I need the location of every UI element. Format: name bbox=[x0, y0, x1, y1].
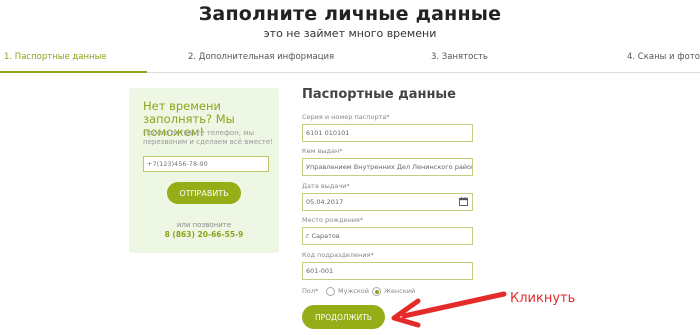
or-call-text: или позвоните bbox=[176, 221, 232, 229]
series-label: Серия и номер паспорта* bbox=[302, 113, 390, 121]
issue-date-value: 05.04.2017 bbox=[306, 198, 344, 206]
support-phone-number: 8 (863) 20-66-55-9 bbox=[164, 230, 244, 239]
step-passport[interactable]: 1. Паспортные данные bbox=[4, 52, 107, 62]
send-button[interactable]: ОТПРАВИТЬ bbox=[167, 182, 241, 204]
click-annotation-label: Кликнуть bbox=[510, 291, 576, 306]
form-title: Паспортные данные bbox=[302, 87, 457, 102]
continue-button[interactable]: ПРОДОЛЖИТЬ bbox=[302, 305, 385, 329]
issued-by-input[interactable] bbox=[302, 158, 473, 176]
issued-by-label: Кем выдан* bbox=[302, 147, 343, 155]
step-scans-photos[interactable]: 4. Сканы и фото bbox=[627, 52, 700, 62]
division-code-label: Код подразделения* bbox=[302, 251, 374, 259]
page-title: Заполните личные данные bbox=[198, 3, 502, 25]
issue-date-label: Дата выдачи* bbox=[302, 182, 350, 190]
gender-male-label[interactable]: Мужской bbox=[338, 287, 369, 295]
birthplace-label: Место рождения* bbox=[302, 216, 364, 224]
gender-female-radio[interactable] bbox=[372, 287, 381, 296]
callback-help-box: Нет времени заполнять? Мы поможем! Прост… bbox=[129, 88, 279, 253]
issue-date-input[interactable]: 05.04.2017 bbox=[302, 193, 473, 211]
page-subtitle: это не займет много времени bbox=[263, 27, 437, 40]
step-additional-info[interactable]: 2. Дополнительная информация bbox=[188, 52, 334, 62]
steps-active-indicator bbox=[0, 71, 147, 73]
division-code-input[interactable] bbox=[302, 262, 473, 280]
callback-phone-input[interactable] bbox=[143, 156, 269, 172]
step-employment[interactable]: 3. Занятость bbox=[431, 52, 488, 62]
calendar-icon[interactable] bbox=[459, 197, 468, 206]
gender-label: Пол* bbox=[302, 287, 319, 295]
gender-male-radio[interactable] bbox=[326, 287, 335, 296]
birthplace-input[interactable] bbox=[302, 227, 473, 245]
passport-series-input[interactable] bbox=[302, 124, 473, 142]
red-arrow-annotation bbox=[391, 291, 507, 328]
help-text: Просто оставьте телефон, мы перезвоним и… bbox=[143, 129, 273, 146]
